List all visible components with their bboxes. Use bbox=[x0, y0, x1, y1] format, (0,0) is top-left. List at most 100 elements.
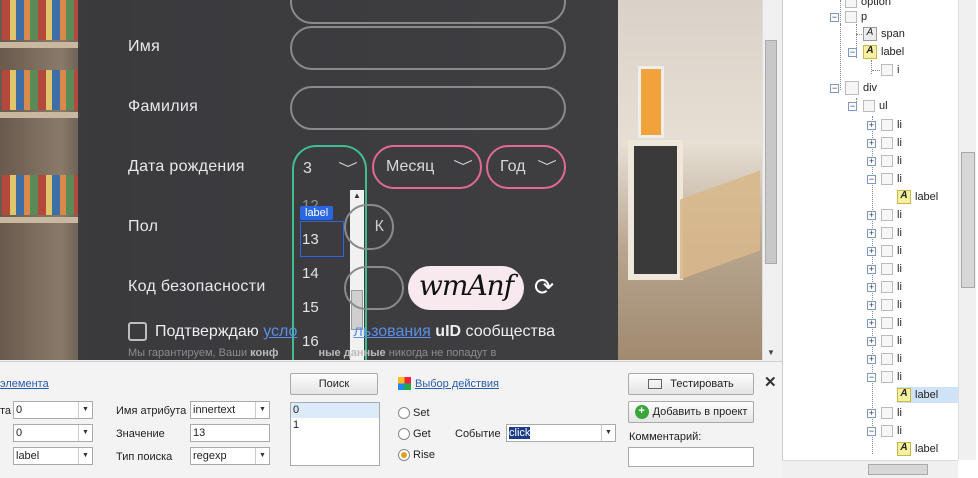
agree-checkbox[interactable] bbox=[128, 322, 147, 341]
surname-label: Фамилия bbox=[128, 98, 199, 115]
row1-combo[interactable]: 0 ▼ bbox=[13, 401, 93, 419]
collapse-icon[interactable]: − bbox=[867, 427, 876, 436]
tree-node[interactable]: li bbox=[881, 225, 902, 241]
tree-node[interactable]: li bbox=[881, 423, 902, 439]
name-input[interactable] bbox=[290, 26, 566, 70]
tree-node[interactable]: li bbox=[881, 279, 902, 295]
event-combo[interactable]: click ▼ bbox=[506, 424, 616, 442]
expand-icon[interactable]: + bbox=[867, 211, 876, 220]
comment-input[interactable] bbox=[628, 447, 754, 467]
month-select[interactable]: Месяц ﹀ bbox=[372, 145, 482, 189]
expand-icon[interactable]: + bbox=[867, 247, 876, 256]
expand-icon[interactable]: + bbox=[867, 283, 876, 292]
tree-node[interactable]: li bbox=[881, 333, 902, 349]
dropdown-arrow-icon[interactable]: ▼ bbox=[255, 448, 269, 464]
day-option[interactable]: 15 bbox=[302, 299, 319, 316]
security-code-input[interactable] bbox=[344, 266, 404, 310]
dropdown-arrow-icon[interactable]: ▼ bbox=[78, 448, 92, 464]
tree-node[interactable]: Aspan bbox=[863, 26, 905, 42]
collapse-icon[interactable]: − bbox=[830, 13, 839, 22]
tree-scrollbar[interactable] bbox=[958, 0, 976, 460]
search-button[interactable]: Поиск bbox=[290, 373, 378, 395]
action-picker-link[interactable]: Выбор действия bbox=[415, 378, 499, 390]
registration-modal: Имя Фамилия Дата рождения 3 ﹀ 12 label 1… bbox=[78, 0, 618, 360]
tree-node[interactable]: ul bbox=[863, 98, 888, 114]
expand-icon[interactable]: + bbox=[867, 265, 876, 274]
day-option[interactable]: 13 bbox=[302, 231, 319, 248]
search-type-combo[interactable]: regexp ▼ bbox=[190, 447, 270, 465]
expand-icon[interactable]: + bbox=[867, 301, 876, 310]
radio-set[interactable] bbox=[398, 407, 410, 419]
close-icon[interactable]: ✕ bbox=[764, 373, 777, 391]
results-list[interactable]: 0 1 bbox=[290, 402, 380, 466]
tree-node[interactable]: li bbox=[881, 171, 902, 187]
test-button[interactable]: Тестировать bbox=[628, 373, 754, 395]
row2-combo[interactable]: 0 ▼ bbox=[13, 424, 93, 442]
dropdown-arrow-icon[interactable]: ▼ bbox=[255, 402, 269, 418]
dropdown-arrow-icon[interactable]: ▼ bbox=[78, 402, 92, 418]
row3-combo[interactable]: label ▼ bbox=[13, 447, 93, 465]
privacy-note: Мы гарантируем, Ваши конф ные данные нико… bbox=[128, 347, 497, 359]
collapse-icon[interactable]: − bbox=[848, 102, 857, 111]
browser-scroll-thumb[interactable] bbox=[765, 40, 777, 264]
dropdown-arrow-icon[interactable]: ▼ bbox=[601, 425, 615, 441]
tag-icon bbox=[881, 299, 893, 312]
tree-node[interactable]: li bbox=[881, 135, 902, 151]
expand-icon[interactable]: + bbox=[867, 229, 876, 238]
tag-icon bbox=[881, 209, 893, 222]
expand-icon[interactable]: + bbox=[867, 157, 876, 166]
radio-get[interactable] bbox=[398, 428, 410, 440]
surname-input[interactable] bbox=[290, 86, 566, 130]
tree-scroll-thumb[interactable] bbox=[961, 152, 975, 288]
expand-icon[interactable]: + bbox=[867, 319, 876, 328]
collapse-icon[interactable]: − bbox=[867, 373, 876, 382]
list-item[interactable]: 0 bbox=[291, 403, 379, 418]
collapse-icon[interactable]: − bbox=[848, 48, 857, 57]
tree-node[interactable]: p bbox=[845, 9, 867, 25]
tree-node[interactable]: li bbox=[881, 207, 902, 223]
tree-node[interactable]: li bbox=[881, 405, 902, 421]
tree-node[interactable]: li bbox=[881, 243, 902, 259]
dropdown-arrow-icon[interactable]: ▼ bbox=[78, 425, 92, 441]
terms-link[interactable]: льзования bbox=[353, 323, 430, 340]
tree-node[interactable]: div bbox=[845, 80, 877, 96]
expand-icon[interactable]: + bbox=[867, 337, 876, 346]
tree-node[interactable]: Alabel bbox=[897, 189, 938, 205]
attr-name-combo[interactable]: innertext ▼ bbox=[190, 401, 270, 419]
wall-frame bbox=[628, 140, 683, 280]
browser-scrollbar[interactable]: ▼ bbox=[762, 0, 778, 360]
tree-node[interactable]: li bbox=[881, 315, 902, 331]
tree-node[interactable]: Alabel bbox=[897, 441, 938, 457]
tree-node[interactable]: li bbox=[881, 369, 902, 385]
tree-node[interactable]: li bbox=[881, 351, 902, 367]
scroll-down-arrow-icon[interactable]: ▼ bbox=[765, 348, 777, 358]
top-field[interactable] bbox=[290, 0, 566, 24]
refresh-icon[interactable]: ⟳ bbox=[530, 274, 558, 302]
tree-hscroll-thumb[interactable] bbox=[868, 464, 928, 475]
year-select[interactable]: Год ﹀ bbox=[486, 145, 566, 189]
scroll-up-arrow-icon[interactable]: ▲ bbox=[350, 190, 364, 202]
collapse-icon[interactable]: − bbox=[867, 175, 876, 184]
element-link[interactable]: элемента bbox=[0, 378, 49, 390]
tree-node[interactable]: li bbox=[881, 261, 902, 277]
expand-icon[interactable]: + bbox=[867, 355, 876, 364]
collapse-icon[interactable]: − bbox=[830, 84, 839, 93]
search-type-label: Тип поиска bbox=[116, 451, 173, 463]
expand-icon[interactable]: + bbox=[867, 139, 876, 148]
tree-node[interactable]: i bbox=[881, 62, 899, 78]
day-option[interactable]: 14 bbox=[302, 265, 319, 282]
list-item[interactable]: 1 bbox=[291, 418, 379, 433]
add-to-project-button[interactable]: + Добавить в проект bbox=[628, 401, 754, 423]
expand-icon[interactable]: + bbox=[867, 121, 876, 130]
tree-node[interactable]: li bbox=[881, 297, 902, 313]
tree-node-selected[interactable]: Alabel bbox=[897, 387, 959, 403]
radio-rise[interactable] bbox=[398, 449, 410, 461]
expand-icon[interactable]: + bbox=[867, 409, 876, 418]
tree-node[interactable]: li bbox=[881, 153, 902, 169]
tree-node[interactable]: li bbox=[881, 117, 902, 133]
tree-node[interactable]: Alabel bbox=[863, 44, 904, 60]
value-input[interactable]: 13 bbox=[190, 424, 270, 442]
gender-option-female[interactable]: К bbox=[344, 204, 394, 250]
tree-horizontal-scrollbar[interactable] bbox=[782, 460, 958, 478]
terms-link[interactable]: усло bbox=[263, 323, 297, 340]
